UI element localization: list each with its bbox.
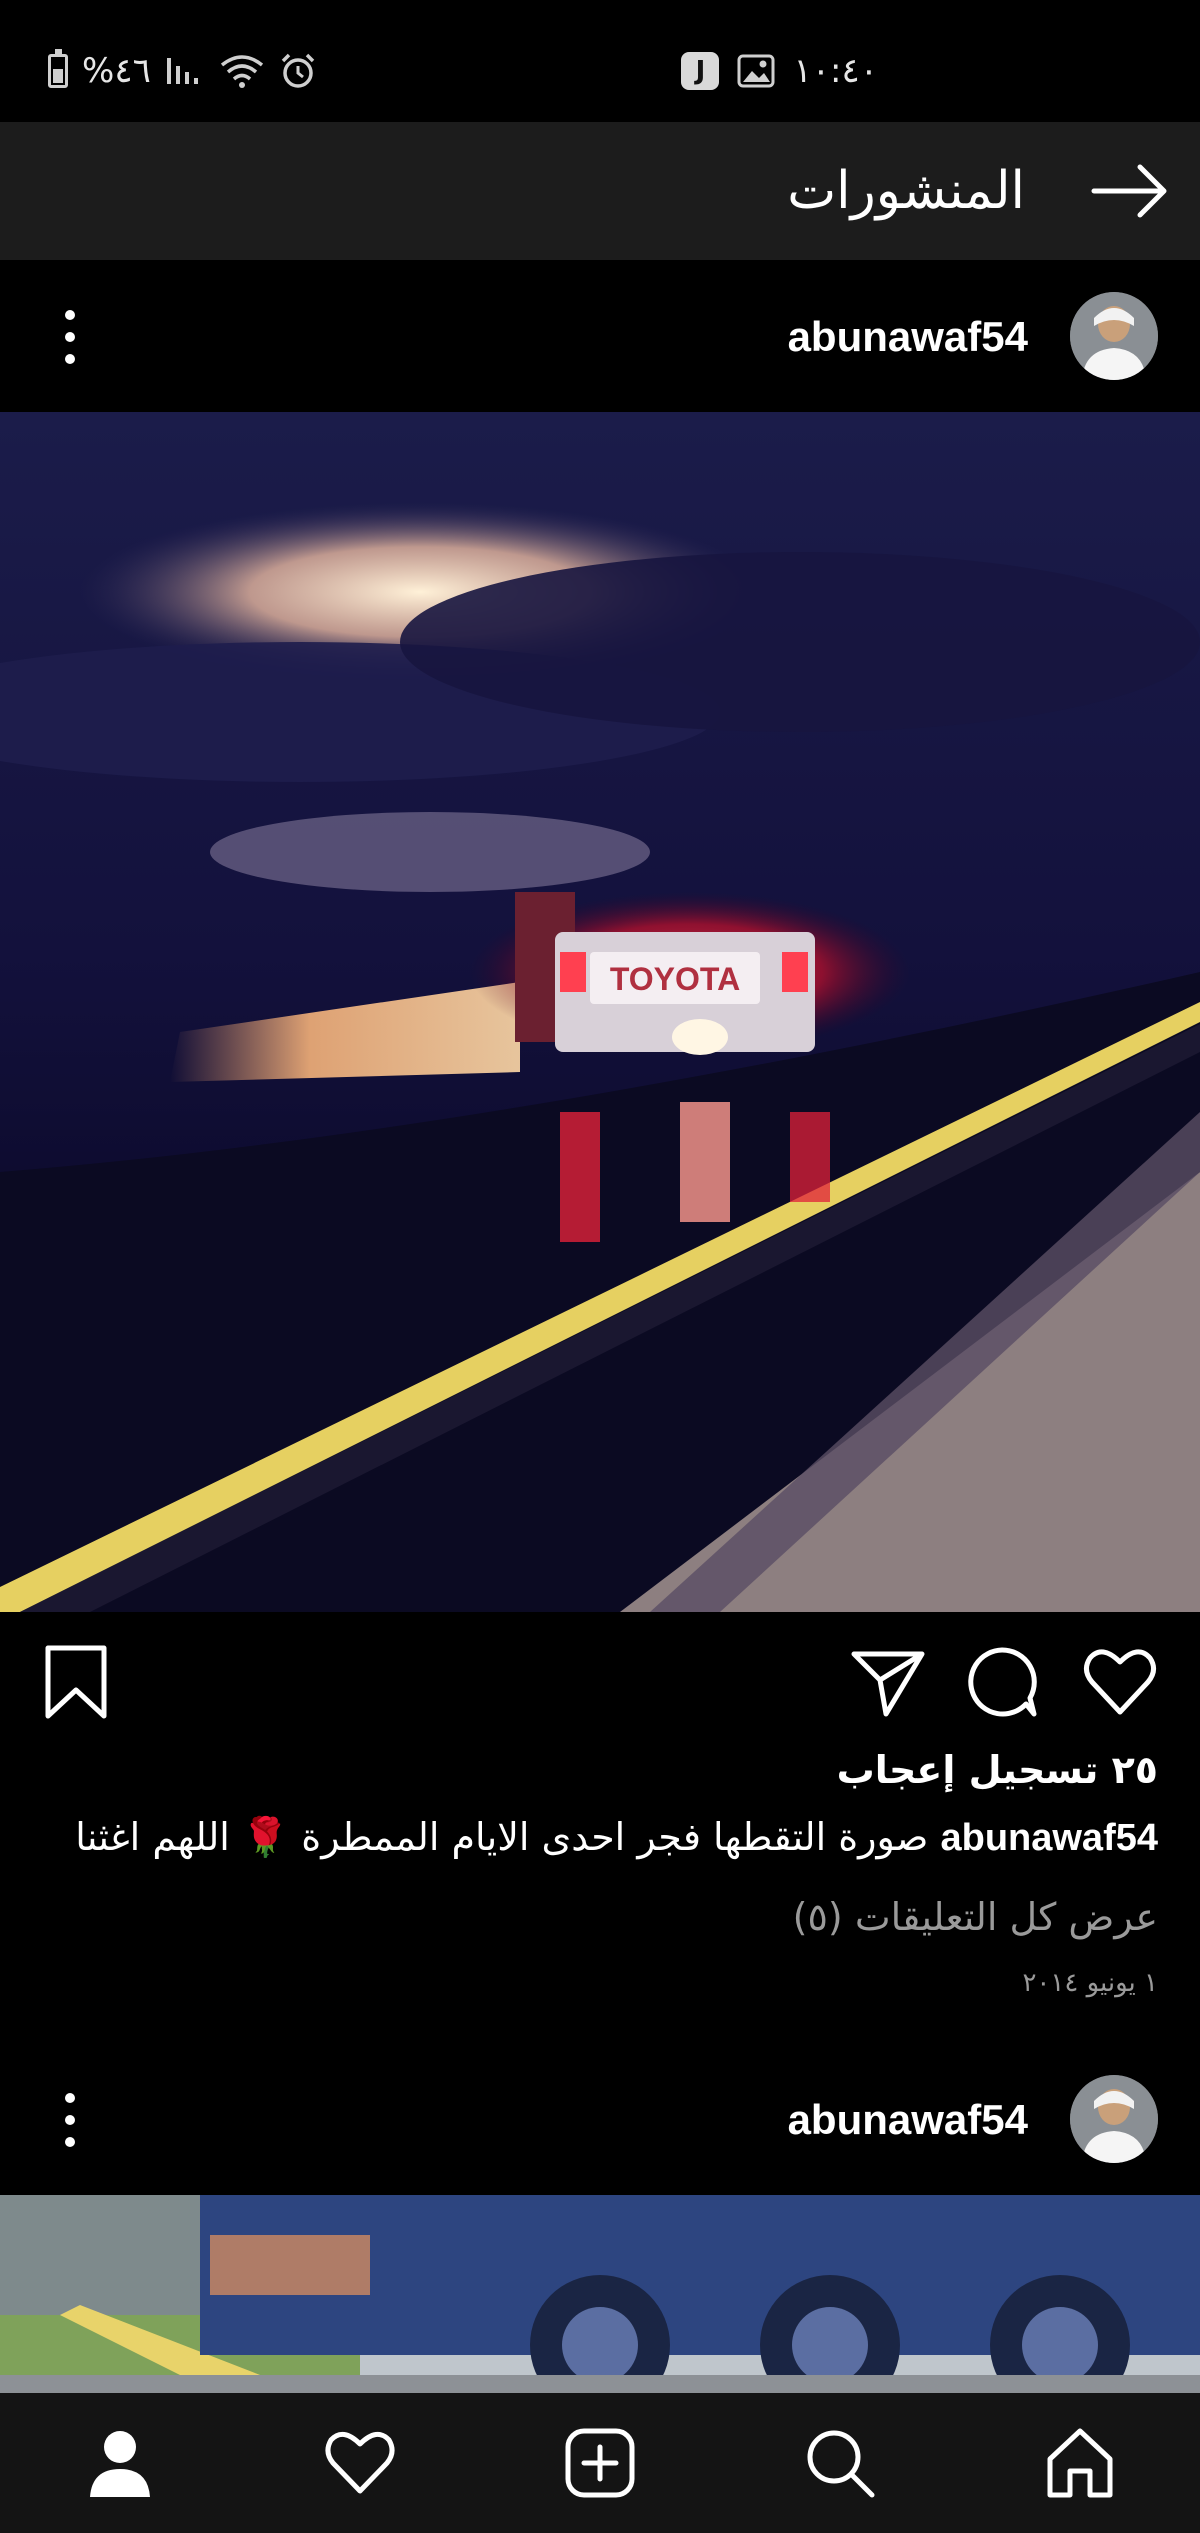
more-vertical-icon[interactable]: [52, 2085, 88, 2155]
post-date: ١ يونيو ٢٠١٤: [1022, 1968, 1158, 1998]
battery-percent: %٤٦: [82, 51, 151, 91]
send-icon[interactable]: [848, 1642, 928, 1722]
post-image[interactable]: TOYOTA: [0, 412, 1200, 1612]
view-all-comments-link[interactable]: عرض كل التعليقات (٥): [793, 1895, 1158, 1939]
status-bar-left: %٤٦: [48, 46, 317, 96]
post-image[interactable]: [0, 2195, 1200, 2393]
top-app-bar: المنشورات: [0, 122, 1200, 260]
add-post-icon[interactable]: [562, 2425, 638, 2501]
search-icon[interactable]: [802, 2425, 878, 2501]
caption-username[interactable]: abunawaf54: [940, 1817, 1158, 1859]
post-header: abunawaf54: [0, 2045, 1200, 2195]
status-bar: %٤٦ J ١٠:٤٠: [0, 0, 1200, 120]
home-icon[interactable]: [1042, 2425, 1118, 2501]
photo-plate-text: TOYOTA: [610, 961, 740, 997]
arrow-right-icon[interactable]: [1090, 160, 1170, 222]
wifi-icon: [220, 55, 263, 88]
post-action-bar: [0, 1612, 1200, 1752]
post-header: abunawaf54: [0, 262, 1200, 412]
post-username[interactable]: abunawaf54: [788, 262, 1028, 412]
gallery-notification-icon: [737, 54, 775, 88]
heart-icon[interactable]: [1080, 1642, 1160, 1722]
caption-text: صورة التقطها فجر احدى الايام الممطرة 🌹 ا…: [75, 1815, 941, 1859]
heart-icon[interactable]: [322, 2425, 398, 2501]
app-notification-badge: J: [681, 52, 720, 90]
avatar[interactable]: [1070, 2075, 1158, 2163]
likes-count[interactable]: ٢٥ تسجيل إعجاب: [837, 1748, 1158, 1792]
bottom-navigation: [0, 2393, 1200, 2533]
clock: ١٠:٤٠: [793, 51, 878, 91]
page-title: المنشورات: [787, 161, 1025, 221]
bookmark-icon[interactable]: [36, 1642, 116, 1722]
post-username[interactable]: abunawaf54: [788, 2045, 1028, 2195]
avatar[interactable]: [1070, 292, 1158, 380]
battery-icon: [48, 49, 68, 88]
profile-icon[interactable]: [82, 2425, 158, 2501]
post-caption: abunawaf54 صورة التقطها فجر احدى الايام …: [40, 1815, 1158, 1860]
signal-icon: [166, 58, 198, 84]
alarm-icon: [281, 53, 315, 88]
more-vertical-icon[interactable]: [52, 302, 88, 372]
status-bar-right: J ١٠:٤٠: [681, 46, 878, 96]
comment-icon[interactable]: [962, 1642, 1042, 1722]
